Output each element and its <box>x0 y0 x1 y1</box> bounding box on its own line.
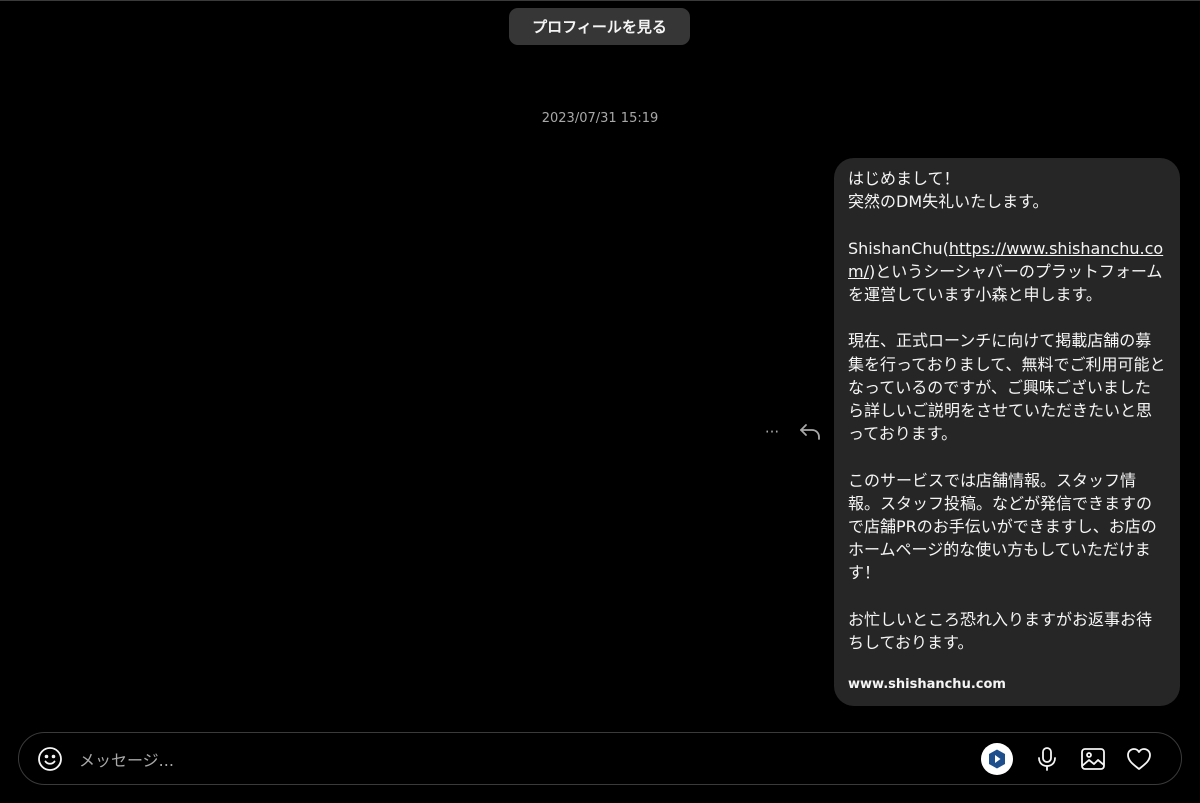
message-body: )というシーシャバーのプラットフォームを運営しています小森と申します。 現在、正… <box>848 261 1166 653</box>
more-options-icon[interactable]: ··· <box>760 420 784 444</box>
message-text: はじめまして！ 突然のDM失礼いたします。 ShishanChu(https:/… <box>848 167 1166 654</box>
microphone-icon[interactable] <box>1033 745 1061 773</box>
extension-icon[interactable] <box>981 743 1013 775</box>
reply-icon[interactable] <box>798 420 822 444</box>
emoji-icon[interactable] <box>37 746 63 772</box>
window-top-border <box>0 0 1200 1</box>
message-composer <box>18 732 1182 785</box>
link-preview[interactable]: www.shishanchu.com <box>848 677 1006 692</box>
image-icon[interactable] <box>1079 745 1107 773</box>
message-bubble: はじめまして！ 突然のDM失礼いたします。 ShishanChu(https:/… <box>834 158 1180 706</box>
heart-icon[interactable] <box>1125 745 1153 773</box>
message-input[interactable] <box>77 743 961 777</box>
message-timestamp: 2023/07/31 15:19 <box>541 111 659 126</box>
view-profile-button[interactable]: プロフィールを見る <box>509 8 690 45</box>
